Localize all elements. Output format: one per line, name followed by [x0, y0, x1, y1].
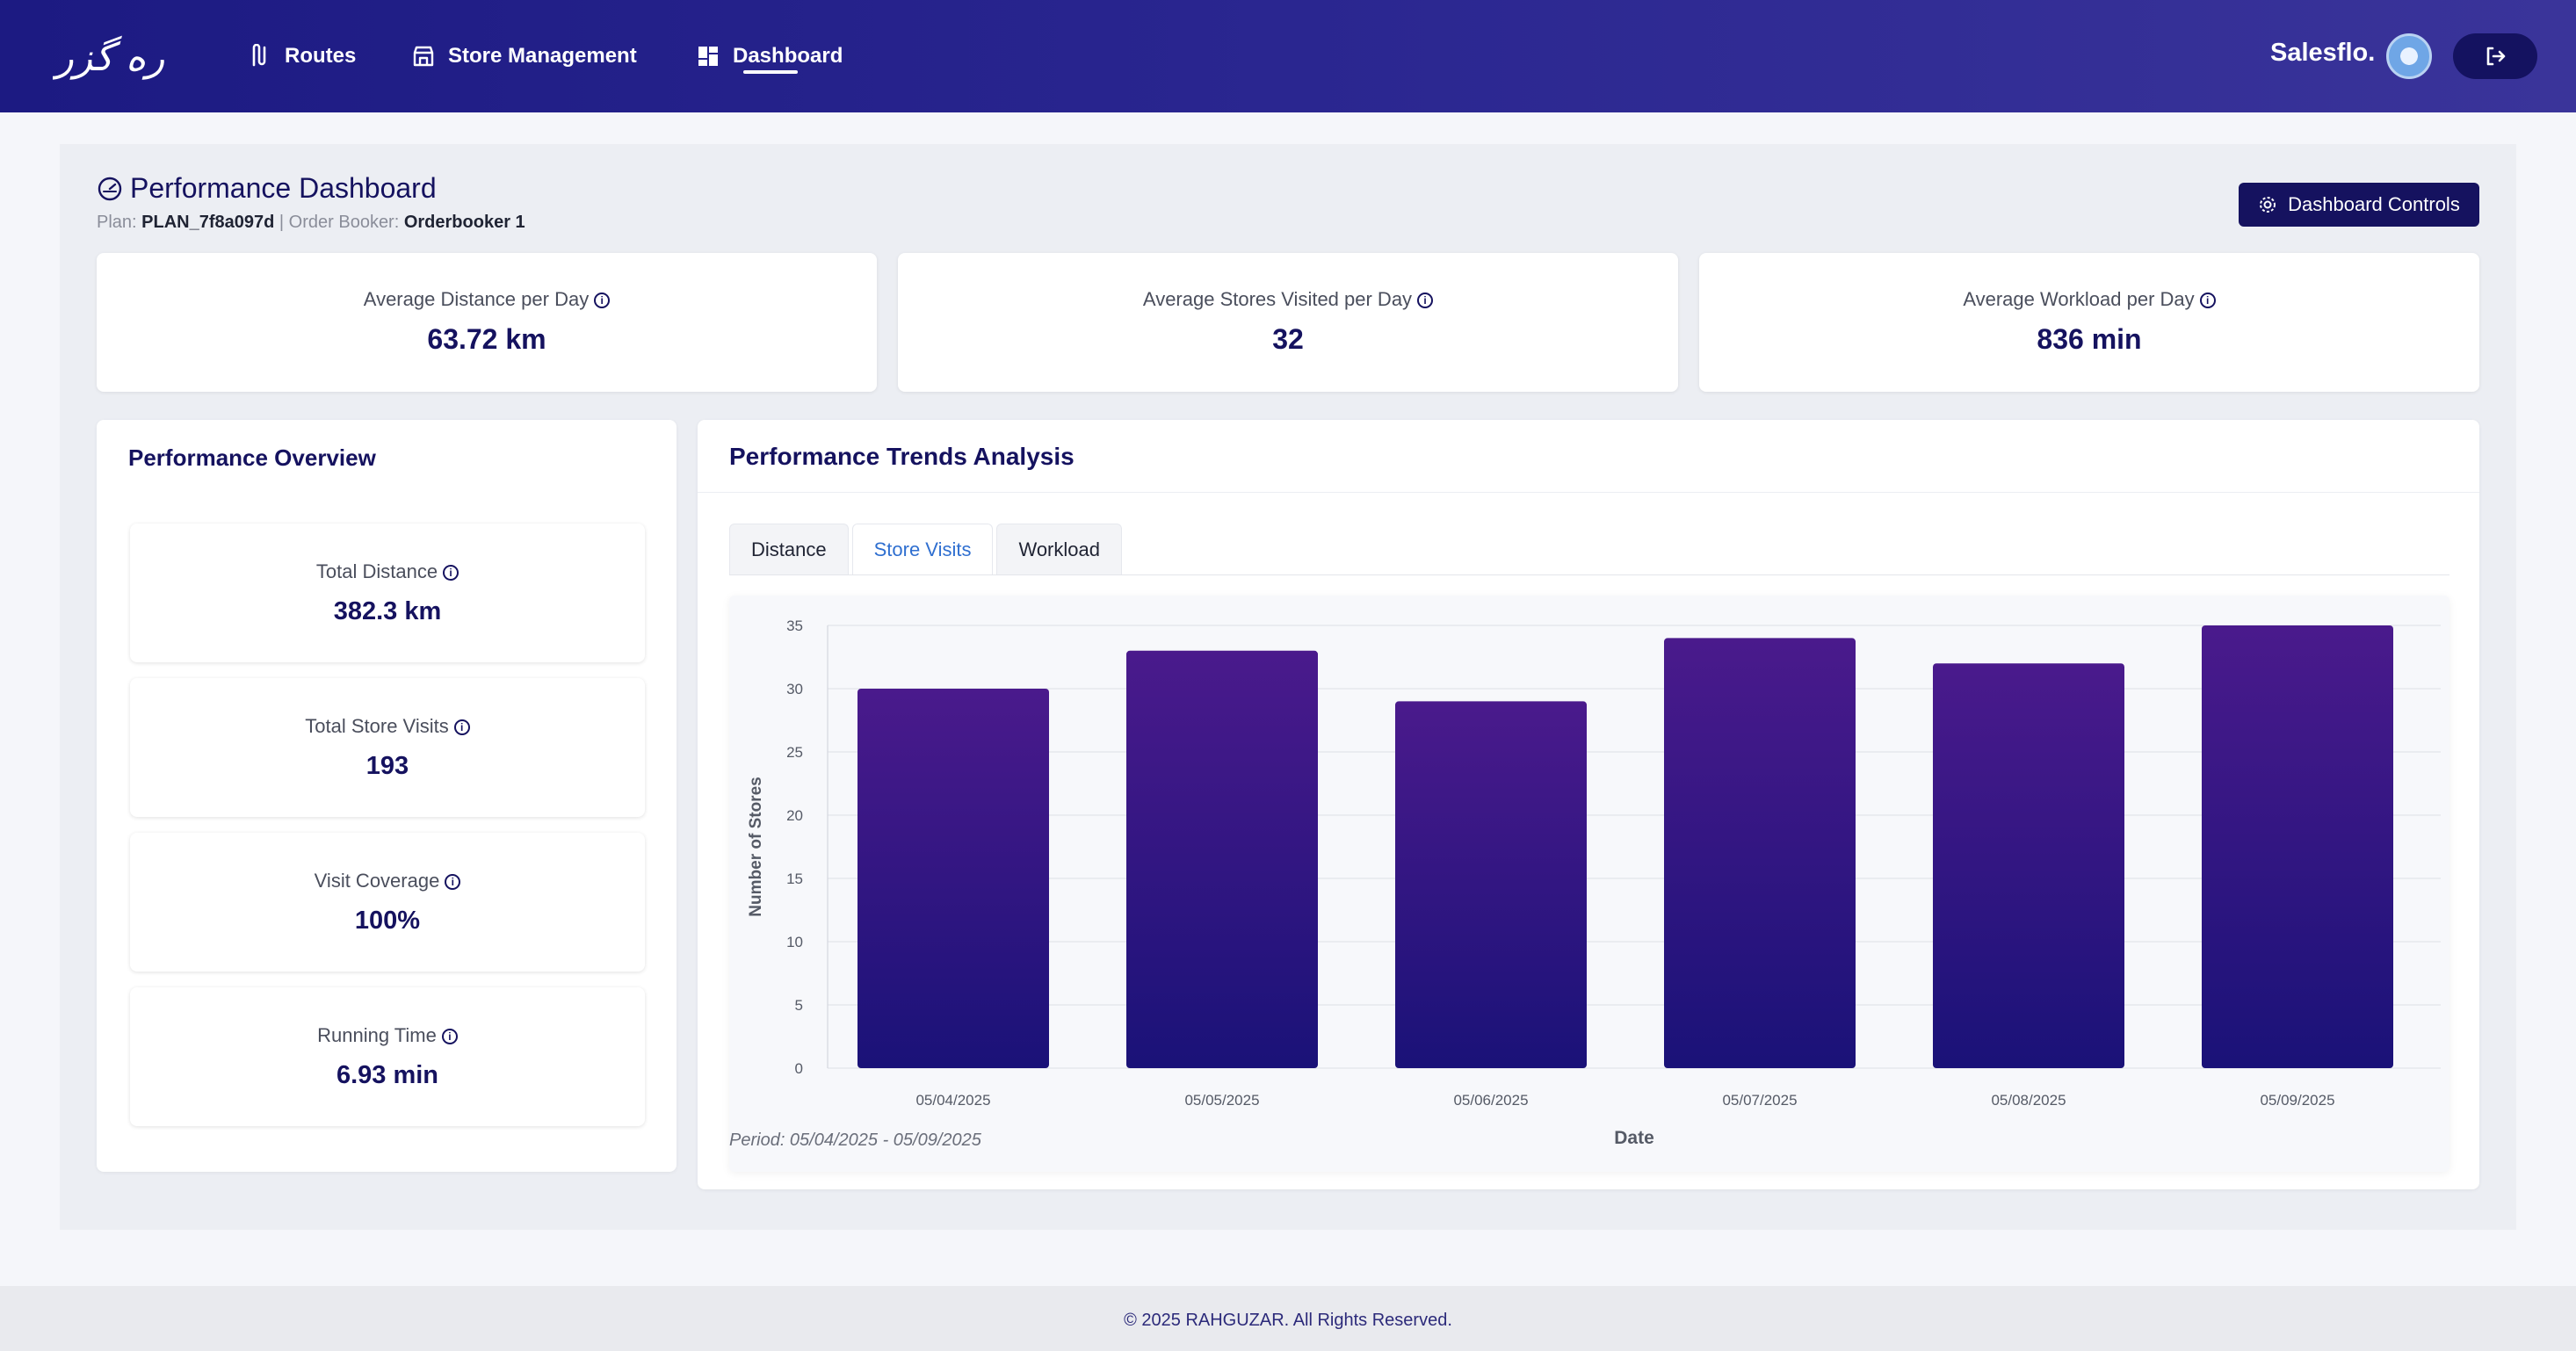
nav-dashboard[interactable]: Dashboard: [696, 39, 843, 74]
nav-routes-label: Routes: [285, 44, 357, 68]
top-navbar: ره گزر Routes Store Management Dashboard…: [0, 0, 2576, 112]
bar: [857, 689, 1049, 1068]
page-header: Performance Dashboard: [97, 172, 437, 205]
dashboard-controls-button[interactable]: Dashboard Controls: [2239, 183, 2479, 227]
y-tick-label: 35: [786, 618, 803, 634]
overview-total-store-visits: Total Store Visits i 193: [130, 678, 645, 817]
nav-store-management[interactable]: Store Management: [411, 39, 637, 74]
stat-value: 32: [1272, 323, 1304, 355]
info-icon[interactable]: i: [453, 719, 470, 736]
y-axis-title: Number of Stores: [747, 777, 765, 916]
info-icon[interactable]: i: [594, 293, 611, 309]
overview-title: Performance Overview: [128, 444, 376, 471]
stat-card-avg-stores: Average Stores Visited per Day i 32: [898, 253, 1678, 392]
y-tick-label: 0: [795, 1060, 803, 1077]
active-nav-indicator: [743, 70, 798, 74]
y-tick-label: 15: [786, 871, 803, 887]
y-tick-label: 10: [786, 934, 803, 950]
gauge-icon: [98, 177, 122, 200]
overview-running-time: Running Time i 6.93 min: [130, 987, 645, 1126]
trends-title: Performance Trends Analysis: [729, 443, 1075, 470]
salesflo-logo-icon: [2386, 33, 2432, 79]
performance-overview-card: Performance Overview Total Distance i 382…: [97, 420, 677, 1172]
booker-label: Order Booker:: [288, 213, 400, 232]
stat-label: Average Distance per Day i: [97, 288, 877, 311]
tab-workload[interactable]: Workload: [996, 524, 1122, 574]
x-tick-label: 05/08/2025: [1991, 1092, 2066, 1109]
y-tick-label: 25: [786, 744, 803, 761]
overview-visit-coverage: Visit Coverage i 100%: [130, 833, 645, 972]
info-icon[interactable]: i: [441, 1029, 458, 1045]
x-tick-label: 05/09/2025: [2260, 1092, 2334, 1109]
route-icon: [252, 44, 266, 67]
y-tick-label: 5: [795, 997, 803, 1014]
overview-total-distance: Total Distance i 382.3 km: [130, 524, 645, 662]
period-label: Period: 05/04/2025 - 05/09/2025: [729, 1131, 982, 1150]
bar: [1126, 650, 1318, 1068]
stat-value: 836 min: [2037, 323, 2142, 355]
tab-distance[interactable]: Distance: [729, 524, 849, 574]
info-icon[interactable]: i: [1417, 293, 1434, 309]
bar: [2202, 625, 2393, 1068]
info-icon[interactable]: i: [445, 874, 461, 891]
rahguzar-logo[interactable]: ره گزر: [53, 16, 167, 97]
bar: [1664, 638, 1856, 1068]
x-tick-label: 05/06/2025: [1453, 1092, 1528, 1109]
x-tick-label: 05/05/2025: [1184, 1092, 1259, 1109]
x-axis-title: Date: [1614, 1128, 1654, 1148]
x-tick-label: 05/07/2025: [1722, 1092, 1797, 1109]
info-icon[interactable]: i: [2199, 293, 2216, 309]
overview-value: 100%: [354, 907, 421, 935]
nav-routes[interactable]: Routes: [248, 39, 356, 74]
logout-button[interactable]: [2453, 33, 2537, 79]
info-icon[interactable]: i: [443, 565, 459, 582]
stat-card-avg-workload: Average Workload per Day i 836 min: [1699, 253, 2479, 392]
booker-value: Orderbooker 1: [403, 213, 525, 232]
dashboard-icon: [698, 47, 718, 66]
divider: [698, 492, 2479, 493]
stat-label: Average Stores Visited per Day i: [898, 288, 1678, 311]
stat-value: 63.72 km: [427, 323, 546, 355]
bar: [1395, 701, 1587, 1068]
bar: [1933, 663, 2124, 1068]
plan-value: PLAN_7f8a097d: [141, 213, 275, 232]
x-tick-label: 05/04/2025: [915, 1092, 990, 1109]
stat-card-avg-distance: Average Distance per Day i 63.72 km: [97, 253, 877, 392]
gear-icon: [2260, 197, 2276, 213]
page-title: Performance Dashboard: [130, 172, 437, 204]
plan-info: Plan: PLAN_7f8a097d | Order Booker: Orde…: [97, 213, 525, 233]
plan-label: Plan:: [97, 213, 137, 232]
logout-icon: [2486, 47, 2506, 66]
y-tick-label: 20: [786, 807, 803, 824]
nav-dashboard-label: Dashboard: [733, 44, 843, 68]
stat-label: Average Workload per Day i: [1699, 288, 2479, 311]
store-icon: [413, 46, 434, 67]
store-visits-chart: 0 5 10 15 20 25 30 35 05/04/2025 05/05/2025 05/06/…: [729, 596, 2449, 1172]
dashboard-controls-label: Dashboard Controls: [2288, 193, 2460, 215]
y-tick-label: 30: [786, 681, 803, 697]
tabs-divider: [729, 574, 2449, 575]
brand-name: Salesflo.: [2270, 39, 2376, 67]
footer-copyright: © 2025 RAHGUZAR. All Rights Reserved.: [1124, 1311, 1452, 1330]
trends-tabs: Distance Store Visits Workload: [729, 524, 1125, 574]
overview-value: 6.93 min: [336, 1061, 439, 1089]
bar-chart-svg: 0 5 10 15 20 25 30 35 05/04/2025 05/05/2025 05/06/…: [729, 618, 2441, 1150]
tab-store-visits[interactable]: Store Visits: [851, 524, 994, 574]
svg-text:ره گزر: ره گزر: [53, 35, 164, 80]
performance-trends-card: Performance Trends Analysis Distance Sto…: [698, 420, 2479, 1189]
nav-store-label: Store Management: [448, 44, 637, 68]
overview-value: 382.3 km: [333, 597, 442, 625]
overview-value: 193: [365, 752, 409, 780]
separator: |: [279, 213, 285, 232]
